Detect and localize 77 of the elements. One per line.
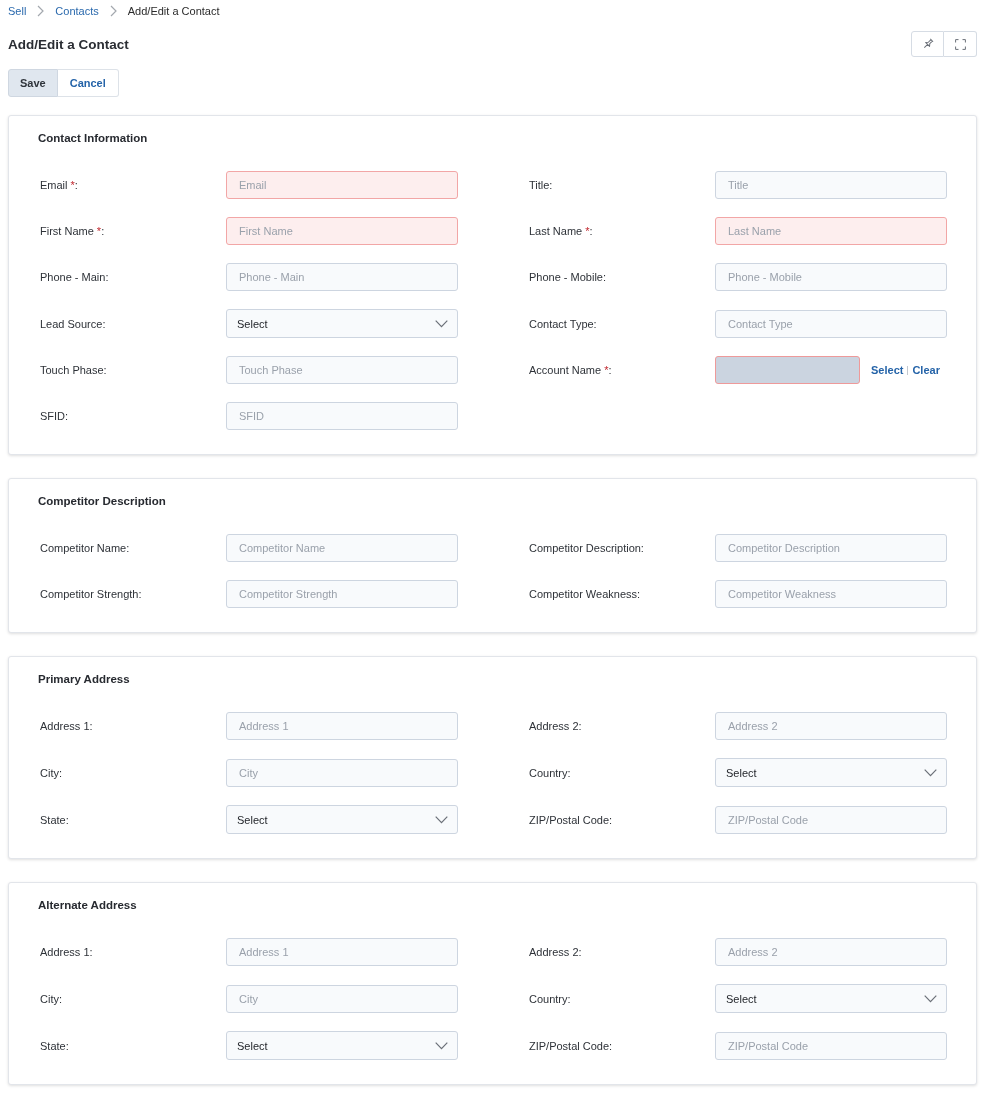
pin-icon	[921, 38, 934, 50]
chevron-down-icon	[924, 768, 937, 777]
input-field[interactable]: City	[226, 758, 458, 787]
input-field[interactable]: Address 2	[715, 938, 947, 966]
field-label: SFID:	[39, 410, 69, 422]
field-label: Account Name *:	[528, 364, 612, 376]
input-field[interactable]: Touch Phase	[226, 356, 458, 384]
field-label: Last Name *:	[528, 225, 593, 237]
field-label: Touch Phase:	[39, 364, 107, 376]
select-dropdown[interactable]: Select	[715, 984, 947, 1013]
fullscreen-button[interactable]	[944, 31, 977, 57]
breadcrumb-link[interactable]: Sell	[8, 4, 27, 18]
field-label: Phone - Mobile:	[528, 271, 607, 283]
input-field[interactable]: Competitor Weakness	[715, 580, 947, 608]
select-dropdown[interactable]: Select	[226, 805, 458, 834]
field-label: Address 1:	[39, 720, 93, 732]
lookup-action-link[interactable]: Select	[871, 364, 904, 376]
input-field[interactable]: Email	[226, 171, 458, 199]
field-label: Competitor Description:	[528, 542, 644, 554]
field-label: Address 1:	[39, 946, 93, 958]
field-label: Phone - Main:	[39, 271, 109, 283]
field-label: Contact Type:	[528, 317, 597, 330]
field-label: Country:	[528, 766, 571, 779]
chevron-down-icon	[435, 815, 448, 824]
page-title: Add/Edit a Contact	[8, 36, 129, 52]
field-label: City:	[39, 992, 62, 1005]
input-field[interactable]: Phone - Mobile	[715, 263, 947, 291]
input-field[interactable]: Phone - Main	[226, 263, 458, 291]
field-label: State:	[39, 1039, 69, 1052]
input-field[interactable]: Last Name	[715, 217, 947, 245]
select-dropdown[interactable]: Select	[226, 309, 458, 338]
chevron-down-icon	[435, 319, 448, 328]
input-field[interactable]: ZIP/Postal Code	[715, 805, 947, 834]
section-heading: Primary Address	[38, 672, 130, 687]
input-field[interactable]: Competitor Description	[715, 534, 947, 562]
input-field[interactable]: City	[226, 984, 458, 1013]
field-label: ZIP/Postal Code:	[528, 813, 613, 826]
lookup-field[interactable]	[715, 356, 860, 384]
select-dropdown[interactable]: Select	[715, 758, 947, 787]
field-label: Address 2:	[528, 946, 582, 958]
chevron-right-icon	[37, 5, 45, 17]
select-dropdown[interactable]: Select	[226, 1031, 458, 1060]
field-label: Address 2:	[528, 720, 582, 732]
chevron-right-icon	[109, 5, 117, 17]
pin-button[interactable]	[911, 31, 944, 57]
lookup-action-link[interactable]: Clear	[912, 364, 940, 376]
field-label: Country:	[528, 992, 571, 1005]
input-field[interactable]: Contact Type	[715, 309, 947, 338]
input-field[interactable]: Title	[715, 171, 947, 199]
field-label: Competitor Strength:	[39, 588, 142, 600]
field-label: Competitor Name:	[39, 542, 130, 554]
section-heading: Contact Information	[38, 131, 148, 146]
breadcrumb-link[interactable]: Contacts	[55, 4, 99, 18]
field-label: Lead Source:	[39, 317, 106, 330]
input-field[interactable]: Address 1	[226, 938, 458, 966]
field-label: ZIP/Postal Code:	[528, 1039, 613, 1052]
cancel-button[interactable]: Cancel	[57, 69, 119, 97]
field-label: State:	[39, 813, 69, 826]
chevron-down-icon	[435, 1041, 448, 1050]
section-heading: Competitor Description	[38, 494, 166, 509]
input-field[interactable]: Address 1	[226, 712, 458, 740]
expand-corners-icon	[954, 38, 966, 50]
input-field[interactable]: Competitor Name	[226, 534, 458, 562]
field-label: Email *:	[39, 179, 78, 191]
input-field[interactable]: Address 2	[715, 712, 947, 740]
field-label: Title:	[528, 179, 553, 191]
input-field[interactable]: SFID	[226, 402, 458, 430]
input-field[interactable]: ZIP/Postal Code	[715, 1031, 947, 1060]
save-button[interactable]: Save	[8, 69, 58, 97]
breadcrumb-current-page: Add/Edit a Contact	[127, 4, 220, 18]
section-heading: Alternate Address	[38, 898, 137, 913]
field-label: City:	[39, 766, 62, 779]
field-label: First Name *:	[39, 225, 105, 237]
input-field[interactable]: Competitor Strength	[226, 580, 458, 608]
chevron-down-icon	[924, 994, 937, 1003]
input-field[interactable]: First Name	[226, 217, 458, 245]
field-label: Competitor Weakness:	[528, 588, 641, 600]
